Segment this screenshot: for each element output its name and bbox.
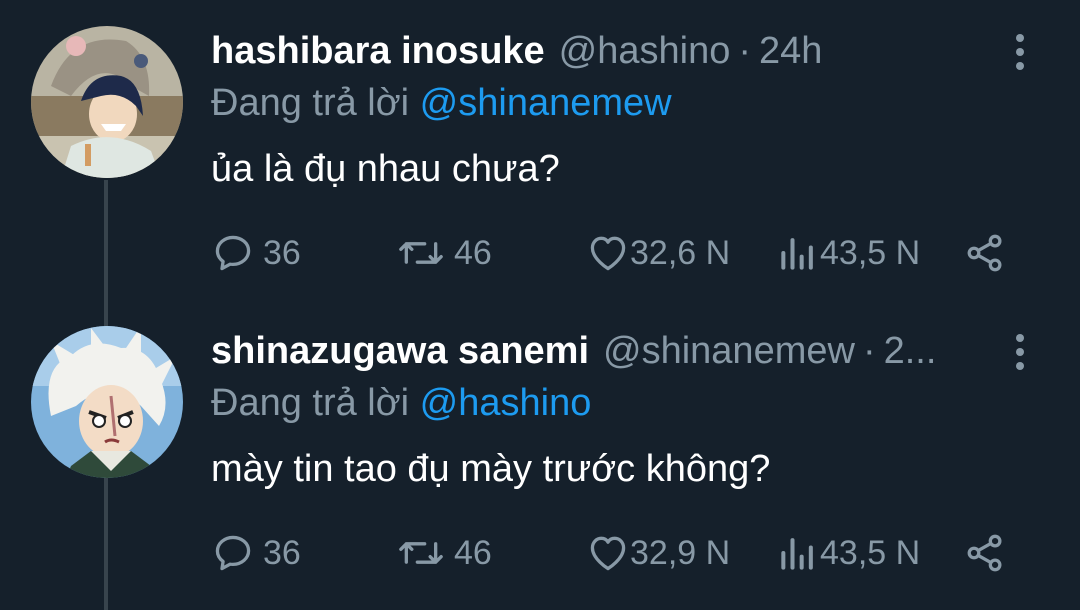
replying-to: Đang trả lời @shinanemew bbox=[211, 82, 672, 125]
views-button[interactable]: 43,5 N bbox=[776, 528, 920, 578]
like-count: 32,6 N bbox=[630, 233, 731, 272]
like-button[interactable]: 32,9 N bbox=[586, 528, 730, 578]
timestamp[interactable]: 24h bbox=[759, 30, 822, 73]
display-name[interactable]: hashibara inosuke bbox=[211, 30, 545, 73]
tweet-header: hashibara inosuke @hashino · 24h bbox=[211, 30, 991, 80]
retweet-icon bbox=[399, 542, 443, 564]
heart-icon bbox=[590, 536, 626, 571]
share-button[interactable] bbox=[963, 228, 1007, 278]
timestamp[interactable]: 2... bbox=[884, 330, 937, 373]
avatar[interactable] bbox=[31, 26, 183, 178]
tweet-actions: 36 46 32,6 N 43,5 N bbox=[211, 228, 1021, 278]
user-handle[interactable]: @hashino bbox=[559, 30, 731, 73]
user-handle[interactable]: @shinanemew bbox=[603, 330, 855, 373]
share-icon bbox=[967, 234, 1002, 272]
tweet-text: mày tin tao đụ mày trước không? bbox=[211, 448, 771, 490]
views-icon bbox=[781, 238, 813, 270]
separator-dot: · bbox=[862, 330, 876, 372]
tweet-actions: 36 46 32,9 N 43,5 N bbox=[211, 528, 1021, 578]
like-count: 32,9 N bbox=[630, 533, 731, 572]
tweet-header: shinazugawa sanemi @shinanemew · 2... bbox=[211, 330, 991, 380]
reply-button[interactable]: 36 bbox=[211, 228, 301, 278]
reply-button[interactable]: 36 bbox=[211, 528, 301, 578]
retweet-icon bbox=[399, 242, 443, 264]
replying-to-label: Đang trả lời bbox=[211, 382, 410, 424]
share-icon bbox=[967, 534, 1002, 572]
replying-to-label: Đang trả lời bbox=[211, 82, 410, 124]
tweet-text: ủa là đụ nhau chưa? bbox=[211, 148, 560, 190]
tweet[interactable]: shinazugawa sanemi @shinanemew · 2... Đa… bbox=[0, 300, 1080, 600]
like-button[interactable]: 32,6 N bbox=[586, 228, 730, 278]
views-icon bbox=[781, 538, 813, 570]
reply-icon bbox=[215, 535, 251, 571]
retweet-count: 46 bbox=[454, 533, 492, 572]
views-count: 43,5 N bbox=[820, 233, 921, 272]
mention-link[interactable]: @shinanemew bbox=[420, 82, 672, 124]
reply-icon bbox=[215, 235, 251, 271]
views-count: 43,5 N bbox=[820, 533, 921, 572]
display-name[interactable]: shinazugawa sanemi bbox=[211, 330, 589, 373]
reply-count: 36 bbox=[263, 233, 301, 272]
heart-icon bbox=[590, 236, 626, 271]
views-button[interactable]: 43,5 N bbox=[776, 228, 920, 278]
tweet[interactable]: hashibara inosuke @hashino · 24h Đang tr… bbox=[0, 0, 1080, 300]
more-vertical-icon[interactable] bbox=[1010, 34, 1030, 70]
retweet-count: 46 bbox=[454, 233, 492, 272]
separator-dot: · bbox=[738, 30, 752, 72]
more-vertical-icon[interactable] bbox=[1010, 334, 1030, 370]
avatar[interactable] bbox=[31, 326, 183, 478]
retweet-button[interactable]: 46 bbox=[396, 228, 492, 278]
mention-link[interactable]: @hashino bbox=[420, 382, 592, 424]
replying-to: Đang trả lời @hashino bbox=[211, 382, 591, 425]
share-button[interactable] bbox=[963, 528, 1007, 578]
reply-count: 36 bbox=[263, 533, 301, 572]
retweet-button[interactable]: 46 bbox=[396, 528, 492, 578]
